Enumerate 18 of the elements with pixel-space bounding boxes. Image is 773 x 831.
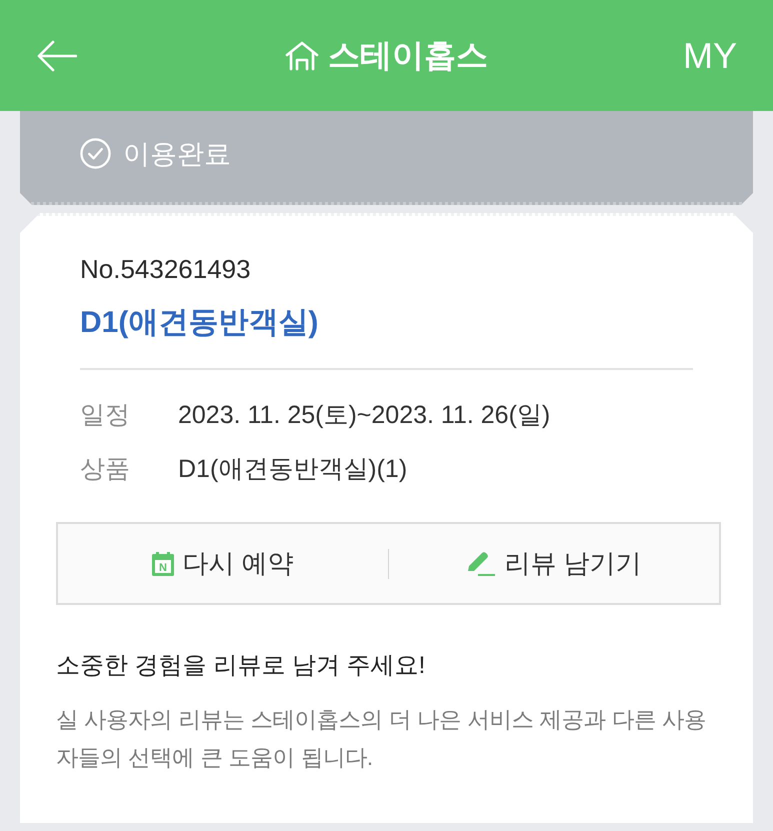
- detail-label: 일정: [80, 400, 131, 431]
- room-name: D1(애견동반객실): [80, 305, 320, 341]
- detail-value: D1(애견동반객실)(1): [178, 454, 408, 485]
- pencil-icon: [466, 550, 496, 576]
- calendar-icon: N: [152, 552, 174, 576]
- back-button[interactable]: [36, 38, 78, 72]
- review-prompt-title: 소중한 경험을 리뷰로 남겨 주세요!: [56, 651, 426, 681]
- back-arrow-icon: [37, 40, 77, 72]
- rebook-button[interactable]: N 다시 예약: [58, 524, 388, 603]
- status-label: 이용완료: [123, 138, 231, 170]
- home-icon: [285, 40, 319, 70]
- detail-label: 상품: [80, 454, 131, 485]
- check-circle-icon: [80, 138, 111, 169]
- detail-value: 2023. 11. 25(토)~2023. 11. 26(일): [178, 400, 550, 431]
- review-button[interactable]: 리뷰 남기기: [389, 524, 719, 603]
- review-prompt-text: 실 사용자의 리뷰는 스테이홉스의 더 나은 서비스 제공과 다른 사용자들의 선택에 큰 도움이 됩니다.: [56, 706, 707, 772]
- app-title: 스테이홉스: [328, 36, 488, 74]
- booking-number: No.543261493: [80, 253, 252, 286]
